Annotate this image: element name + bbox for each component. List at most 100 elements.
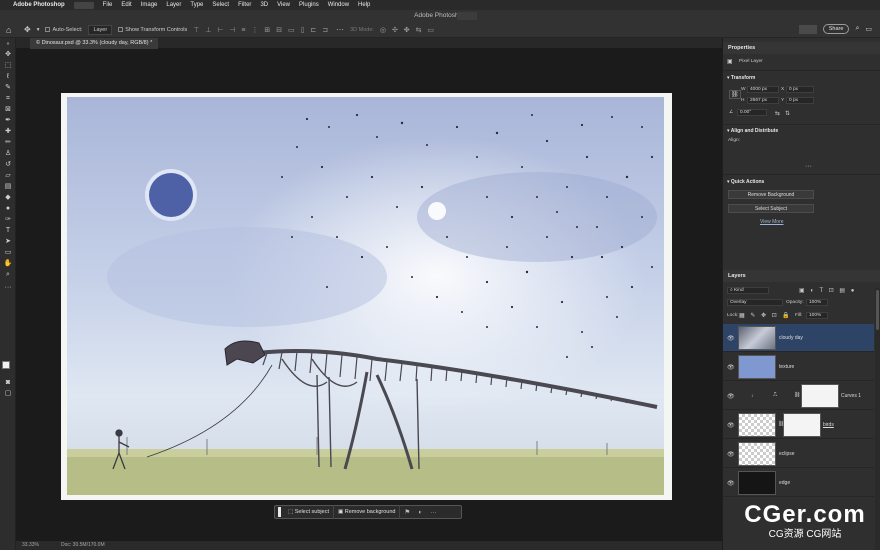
layer-filter-icons[interactable]: ▣ ◐ T ⊡ ▤ ●: [799, 287, 856, 294]
remove-background-button[interactable]: ▣ Remove background: [334, 505, 401, 519]
marquee-tool-icon[interactable]: ⬚: [3, 61, 13, 70]
clone-stamp-tool-icon[interactable]: ♙: [3, 149, 13, 158]
share-button[interactable]: Share: [822, 24, 850, 34]
dodge-tool-icon[interactable]: ●: [3, 204, 13, 213]
quick-mask-icon[interactable]: ◙: [3, 378, 13, 387]
menu-image[interactable]: Image: [141, 2, 158, 8]
menu-layer[interactable]: Layer: [166, 2, 181, 8]
more-tools-icon[interactable]: ···: [3, 283, 13, 292]
foreground-color-swatch[interactable]: [2, 361, 10, 369]
eyedropper-tool-icon[interactable]: ✒: [3, 116, 13, 125]
quick-select-tool-icon[interactable]: ✎: [3, 83, 13, 92]
more-options-icon[interactable]: ···: [426, 509, 441, 516]
app-menu[interactable]: Adobe Photoshop: [13, 2, 65, 8]
eye-icon[interactable]: 👁: [727, 422, 735, 429]
more-align-icon[interactable]: ···: [805, 163, 812, 170]
eye-icon[interactable]: 👁: [727, 480, 735, 487]
menu-type[interactable]: Type: [190, 2, 203, 8]
align-section-title[interactable]: ▾ Align and Distribute: [727, 128, 778, 134]
frame-tool-icon[interactable]: ⊠: [3, 105, 13, 114]
layer-row-texture[interactable]: 👁 texture: [723, 353, 874, 381]
link-icon[interactable]: ⛓: [729, 90, 741, 99]
canvas-workspace[interactable]: ⬚ Select subject ▣ Remove background ⚑ ◐…: [16, 49, 722, 541]
3d-mode-icons[interactable]: ◎ ✣ ✤ ⇆ ▭: [380, 26, 436, 34]
lasso-tool-icon[interactable]: ℓ: [3, 72, 13, 81]
document-tab[interactable]: © Dinosaur.psd @ 33.3% (cloudy day, RGB/…: [30, 38, 159, 49]
y-field[interactable]: 0 px: [786, 97, 814, 104]
menu-plugins[interactable]: Plugins: [299, 2, 319, 8]
select-subject-quick-button[interactable]: Select Subject: [728, 204, 814, 213]
menu-window[interactable]: Window: [328, 2, 349, 8]
eye-icon[interactable]: 👁: [727, 393, 735, 400]
menu-help[interactable]: Help: [358, 2, 370, 8]
layer-filter-dropdown[interactable]: ⌕ Kind: [727, 287, 769, 294]
menu-view[interactable]: View: [277, 2, 290, 8]
home-icon[interactable]: ⌂: [6, 25, 18, 35]
quick-actions-section-title[interactable]: ▾ Quick Actions: [727, 179, 764, 185]
blend-mode-dropdown[interactable]: Overlay: [727, 299, 783, 306]
search-icon[interactable]: ⌕: [855, 25, 859, 33]
collapse-icon[interactable]: »: [3, 40, 13, 49]
workspace-icon[interactable]: ▭: [865, 25, 872, 33]
layer-name[interactable]: birds: [823, 422, 834, 428]
brush-tool-icon[interactable]: ✏: [3, 138, 13, 147]
flip-vertical-icon[interactable]: ⇅: [785, 110, 790, 117]
transform-controls-checkbox[interactable]: Show Transform Controls: [118, 27, 187, 33]
chevron-down-icon[interactable]: ▾: [37, 27, 40, 33]
adjustment-icon[interactable]: ◐: [414, 509, 426, 516]
crop-tool-icon[interactable]: ⌗: [3, 94, 13, 103]
zoom-tool-icon[interactable]: ⌕: [3, 270, 13, 279]
width-field[interactable]: 4000 px: [747, 86, 779, 93]
flip-horizontal-icon[interactable]: ⇆: [775, 110, 780, 117]
height-field[interactable]: 2667 px: [747, 97, 779, 104]
more-icon[interactable]: ···: [336, 25, 344, 34]
layer-row-cloudy-day[interactable]: 👁 cloudy day: [723, 324, 874, 352]
eye-icon[interactable]: 👁: [727, 335, 735, 342]
eye-icon[interactable]: 👁: [727, 451, 735, 458]
layer-row-edge[interactable]: 👁 edge: [723, 469, 874, 497]
screen-mode-icon[interactable]: ▢: [3, 389, 13, 398]
opacity-field[interactable]: 100%: [806, 299, 828, 306]
path-select-tool-icon[interactable]: ➤: [3, 237, 13, 246]
layer-row-birds[interactable]: 👁 ⛓ birds: [723, 411, 874, 439]
document-canvas[interactable]: [61, 93, 672, 500]
layers-scrollbar[interactable]: [875, 288, 880, 550]
search-box[interactable]: [798, 24, 817, 34]
menu-file[interactable]: File: [103, 2, 113, 8]
angle-field[interactable]: 0.00°: [737, 109, 767, 116]
shape-tool-icon[interactable]: ▭: [3, 248, 13, 257]
type-tool-icon[interactable]: T: [3, 226, 13, 235]
pen-tool-icon[interactable]: ✑: [3, 215, 13, 224]
x-field[interactable]: 0 px: [786, 86, 814, 93]
menu-edit[interactable]: Edit: [121, 2, 131, 8]
eraser-tool-icon[interactable]: ▱: [3, 171, 13, 180]
layers-panel-title[interactable]: Layers: [723, 270, 880, 282]
gradient-tool-icon[interactable]: ▤: [3, 182, 13, 191]
layer-name[interactable]: texture: [779, 364, 794, 370]
menu-select[interactable]: Select: [212, 2, 229, 8]
healing-tool-icon[interactable]: ✚: [3, 127, 13, 136]
hand-tool-icon[interactable]: ✋: [3, 259, 13, 268]
move-tool-icon[interactable]: ✥: [3, 50, 13, 59]
layer-name[interactable]: eclipse: [779, 451, 795, 457]
doc-size[interactable]: Doc: 30.5M/170.0M: [61, 541, 105, 550]
select-subject-button[interactable]: ⬚ Select subject: [284, 505, 334, 519]
scrollbar-thumb[interactable]: [876, 290, 879, 330]
fill-field[interactable]: 100%: [806, 312, 828, 319]
auto-select-dropdown[interactable]: Layer: [88, 24, 113, 35]
menu-filter[interactable]: Filter: [238, 2, 251, 8]
zoom-level[interactable]: 33.33%: [22, 541, 39, 550]
history-brush-tool-icon[interactable]: ↺: [3, 160, 13, 169]
remove-background-quick-button[interactable]: Remove Background: [728, 190, 814, 199]
mask-icon[interactable]: ⚑: [400, 508, 414, 516]
layer-name[interactable]: Curves 1: [841, 393, 861, 399]
auto-select-checkbox[interactable]: Auto-Select:: [45, 27, 82, 33]
lock-icons[interactable]: ▦ ✎ ✥ ⊡ 🔒: [739, 312, 792, 319]
layer-row-curves[interactable]: 👁 ↓ ⎍ ⛓ Curves 1: [723, 382, 874, 410]
view-more-link[interactable]: View More: [760, 219, 784, 225]
properties-panel-title[interactable]: Properties: [723, 42, 880, 54]
eye-icon[interactable]: 👁: [727, 364, 735, 371]
layer-name[interactable]: edge: [779, 480, 790, 486]
layer-name[interactable]: cloudy day: [779, 335, 803, 341]
menu-3d[interactable]: 3D: [260, 2, 268, 8]
